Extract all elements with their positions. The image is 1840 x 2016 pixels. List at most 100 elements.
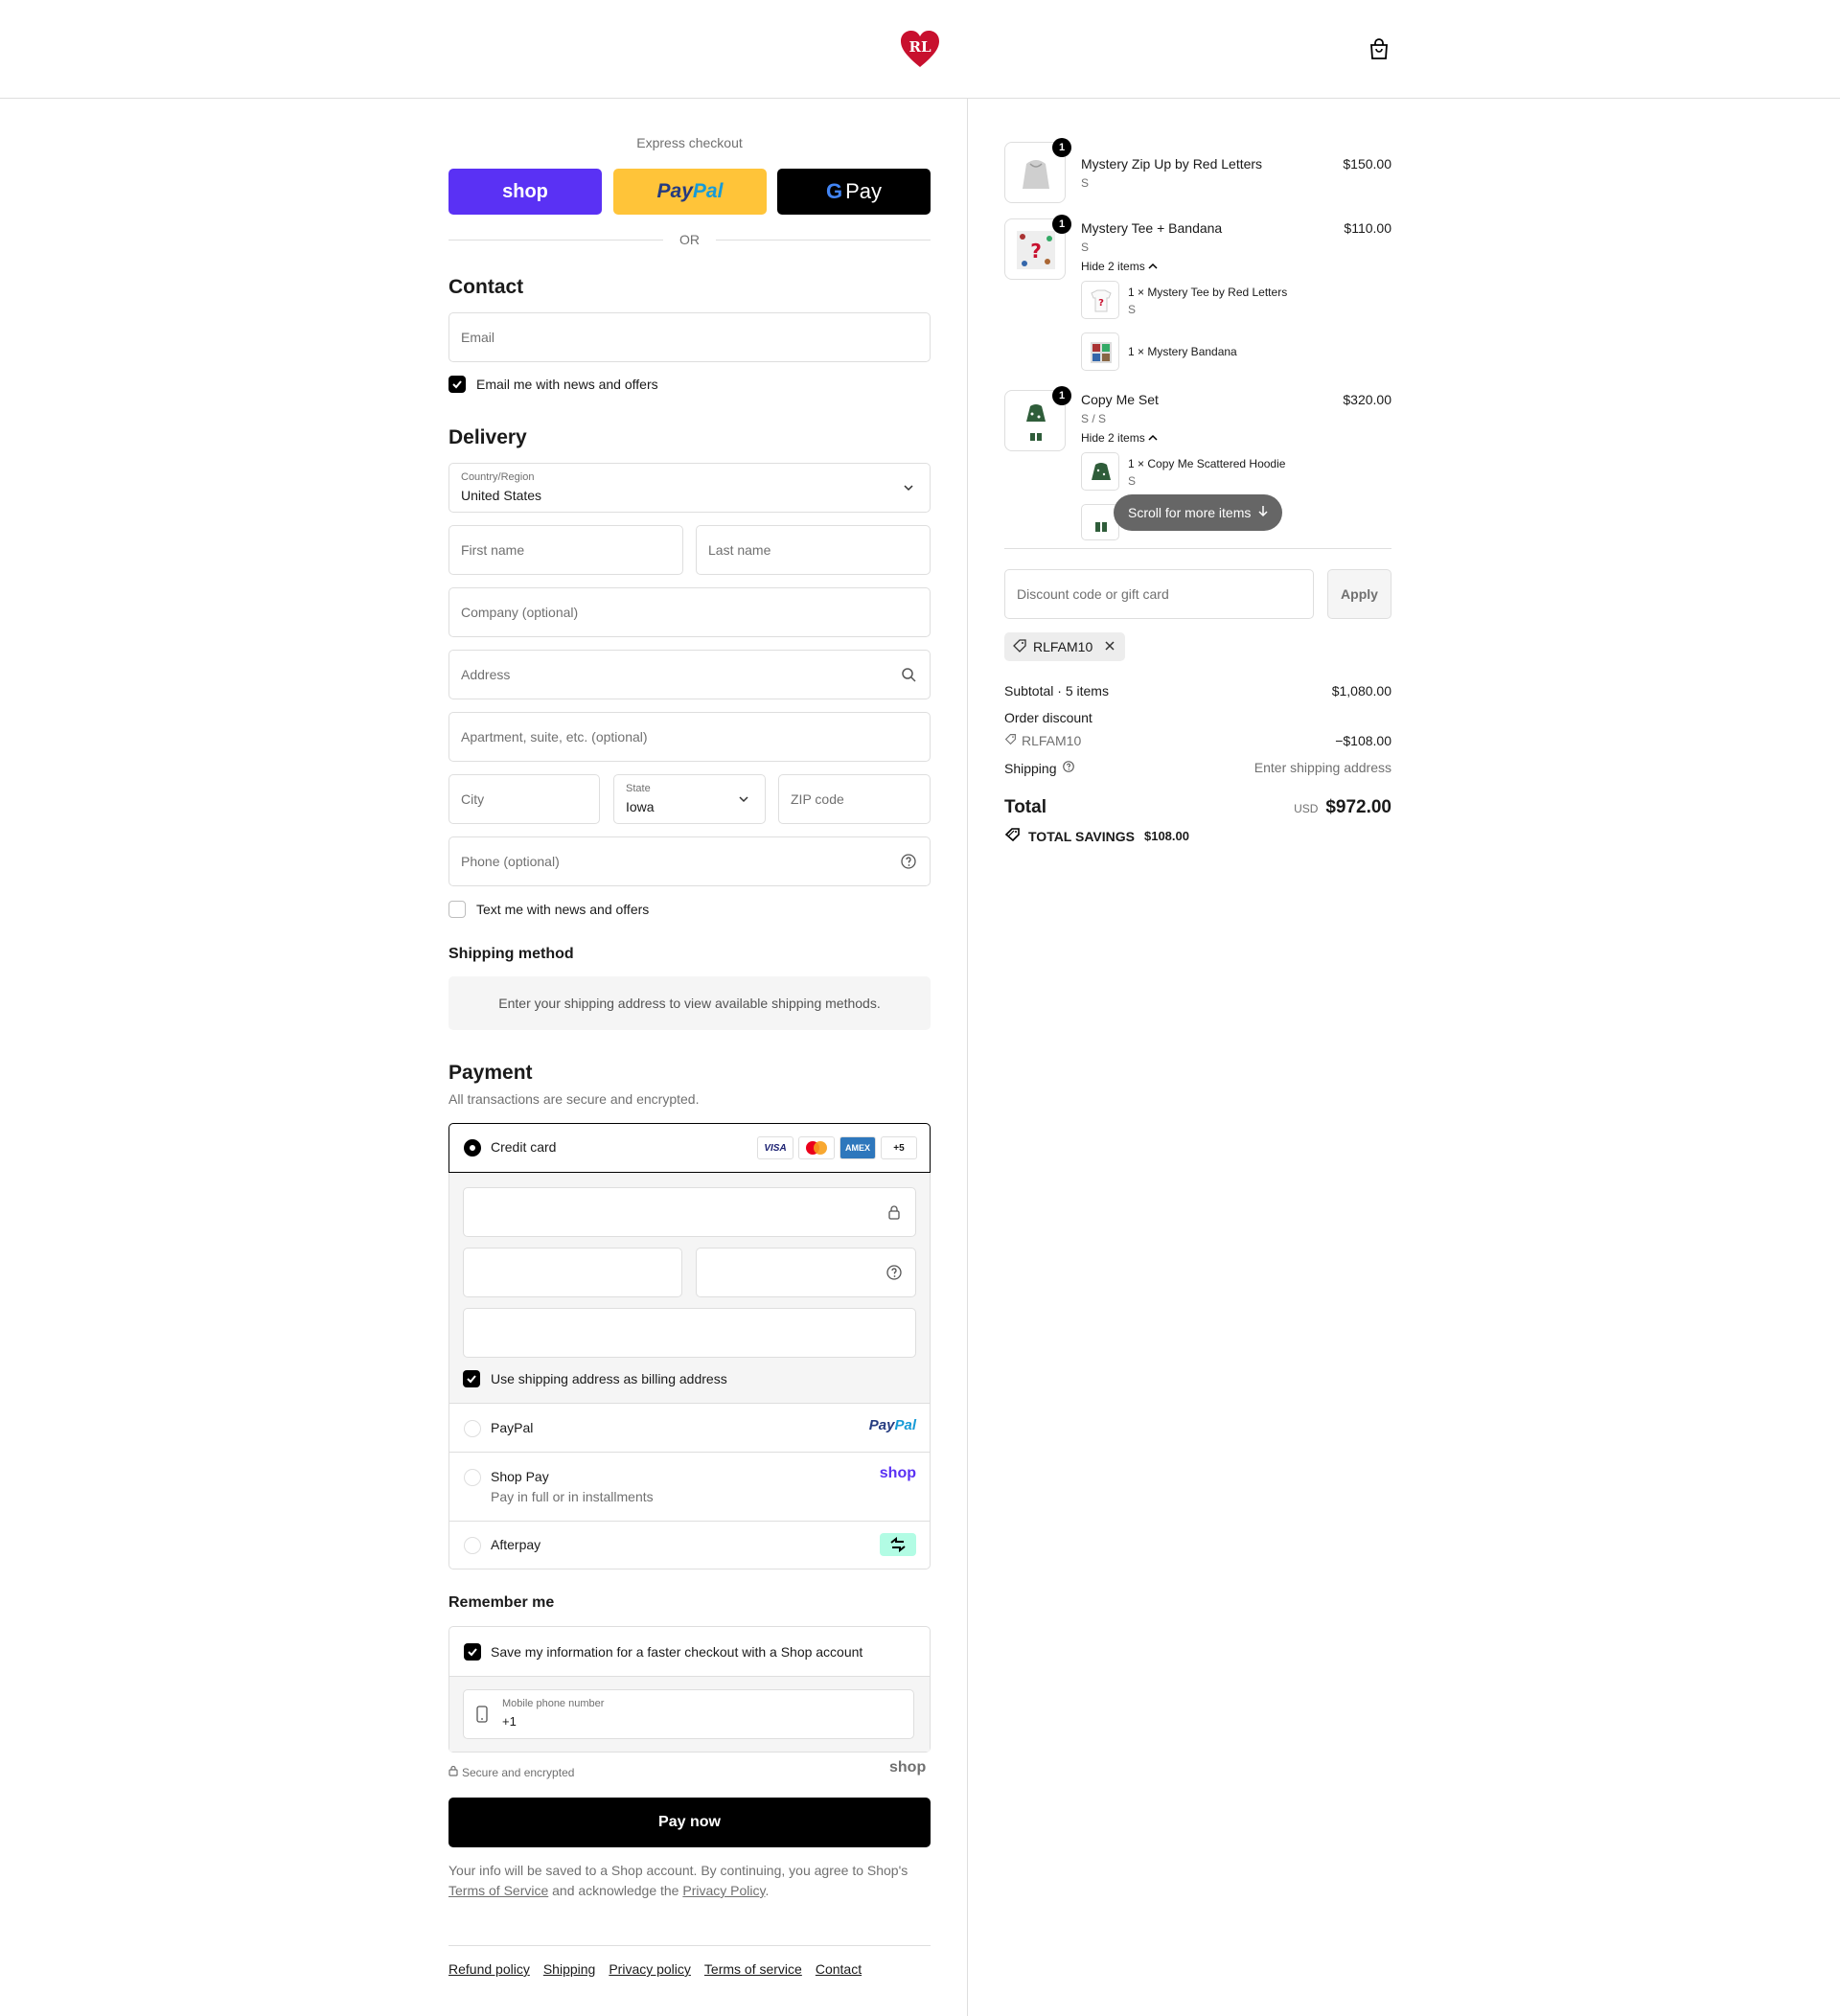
paypal-option[interactable]: PayPal PayPal bbox=[449, 1403, 930, 1452]
last-name-field[interactable]: Last name bbox=[696, 525, 931, 575]
shipping-link[interactable]: Shipping bbox=[543, 1961, 596, 1977]
text-offers-checkbox[interactable] bbox=[448, 901, 466, 918]
terms-of-service-link[interactable]: Terms of service bbox=[704, 1961, 802, 1977]
order-discount-code: RLFAM10 bbox=[1004, 733, 1081, 748]
subtotal-label: Subtotal · 5 items bbox=[1004, 683, 1109, 699]
scroll-for-more-button[interactable]: Scroll for more items bbox=[1114, 494, 1282, 531]
pay-now-button[interactable]: Pay now bbox=[448, 1798, 931, 1847]
contact-link[interactable]: Contact bbox=[816, 1961, 862, 1977]
shop-terms-link[interactable]: Terms of Service bbox=[448, 1883, 548, 1898]
contact-heading: Contact bbox=[448, 276, 524, 298]
email-field[interactable]: Email bbox=[448, 312, 931, 362]
tag-icon bbox=[1012, 638, 1027, 656]
help-circle-icon[interactable] bbox=[885, 1263, 904, 1282]
shop-pay-radio[interactable] bbox=[464, 1469, 481, 1486]
paypal-radio[interactable] bbox=[464, 1420, 481, 1437]
arrow-down-icon bbox=[1257, 494, 1269, 531]
state-select[interactable]: State Iowa bbox=[613, 774, 766, 824]
first-name-field[interactable]: First name bbox=[448, 525, 683, 575]
hide-items-toggle[interactable]: Hide 2 items bbox=[1081, 431, 1158, 445]
discount-code-field[interactable]: Discount code or gift card bbox=[1004, 569, 1314, 619]
chevron-up-icon bbox=[1148, 431, 1158, 445]
sub-item-thumbnail bbox=[1081, 452, 1119, 491]
afterpay-radio[interactable] bbox=[464, 1537, 481, 1554]
apartment-field[interactable]: Apartment, suite, etc. (optional) bbox=[448, 712, 931, 762]
expiration-field[interactable] bbox=[463, 1248, 682, 1297]
tag-icon bbox=[1004, 827, 1022, 845]
item-price: $320.00 bbox=[1343, 392, 1392, 407]
footer-links: Refund policy Shipping Privacy policy Te… bbox=[448, 1961, 862, 1977]
afterpay-option[interactable]: Afterpay bbox=[449, 1521, 930, 1569]
credit-card-option[interactable]: Credit card VISA AMEX +5 bbox=[448, 1123, 931, 1173]
save-info-checkbox[interactable] bbox=[464, 1643, 481, 1661]
more-cards-badge: +5 bbox=[881, 1136, 917, 1159]
payment-heading: Payment bbox=[448, 1062, 533, 1084]
help-circle-icon[interactable] bbox=[1062, 760, 1075, 776]
billing-same-checkbox[interactable] bbox=[463, 1370, 480, 1387]
payment-subtitle: All transactions are secure and encrypte… bbox=[448, 1091, 700, 1107]
phone-field[interactable]: Phone (optional) bbox=[448, 836, 931, 886]
amex-icon: AMEX bbox=[840, 1136, 876, 1159]
express-checkout-label: Express checkout bbox=[636, 135, 743, 150]
google-g-icon: G bbox=[825, 179, 843, 203]
help-circle-icon[interactable] bbox=[899, 852, 918, 871]
svg-text:?: ? bbox=[1098, 298, 1104, 309]
hide-items-toggle[interactable]: Hide 2 items bbox=[1081, 260, 1158, 273]
card-number-field[interactable] bbox=[463, 1187, 916, 1237]
paypal-express-button[interactable]: PayPal bbox=[613, 169, 767, 215]
mastercard-icon bbox=[798, 1136, 835, 1159]
shop-pay-option[interactable]: Shop Pay Pay in full or in installments … bbox=[449, 1452, 930, 1521]
item-variant: S bbox=[1081, 176, 1090, 190]
credit-card-radio[interactable] bbox=[464, 1139, 481, 1157]
remove-discount-close-icon[interactable] bbox=[1104, 639, 1116, 654]
lock-icon bbox=[885, 1203, 904, 1222]
shop-pay-label: Shop Pay bbox=[491, 1469, 549, 1484]
tag-icon bbox=[1004, 733, 1017, 748]
remember-me-box: Save my information for a faster checkou… bbox=[448, 1626, 931, 1753]
sub-item-name: 1 × Copy Me Scattered Hoodie bbox=[1128, 457, 1286, 470]
subtotal-value: $1,080.00 bbox=[1331, 683, 1392, 699]
total-label: Total bbox=[1004, 797, 1046, 817]
shop-logo: shop bbox=[889, 1759, 927, 1775]
refund-policy-link[interactable]: Refund policy bbox=[448, 1961, 530, 1977]
address-field[interactable]: Address bbox=[448, 650, 931, 699]
privacy-policy-link[interactable]: Privacy policy bbox=[609, 1961, 691, 1977]
total-amount: USD $972.00 bbox=[1294, 797, 1392, 817]
brand-logo[interactable]: RL bbox=[899, 29, 941, 69]
apply-discount-button[interactable]: Apply bbox=[1327, 569, 1392, 619]
sub-item-name: 1 × Mystery Tee by Red Letters bbox=[1128, 286, 1288, 299]
items-divider bbox=[1004, 548, 1392, 549]
country-select[interactable]: Country/Region United States bbox=[448, 463, 931, 513]
shipping-method-note: Enter your shipping address to view avai… bbox=[448, 976, 931, 1030]
total-savings: TOTAL SAVINGS $108.00 bbox=[1004, 827, 1189, 845]
shopping-bag-icon[interactable] bbox=[1368, 37, 1390, 60]
remember-me-heading: Remember me bbox=[448, 1594, 555, 1611]
credit-card-form: Use shipping address as billing address bbox=[449, 1173, 930, 1403]
company-field[interactable]: Company (optional) bbox=[448, 587, 931, 637]
afterpay-logo-icon bbox=[880, 1533, 916, 1556]
paypal-label: PayPal bbox=[491, 1420, 534, 1435]
header: RL bbox=[0, 0, 1840, 99]
order-discount-value: −$108.00 bbox=[1335, 733, 1392, 748]
secure-note: Secure and encrypted bbox=[448, 1765, 574, 1779]
item-price: $150.00 bbox=[1343, 156, 1392, 172]
chevron-down-icon bbox=[734, 790, 753, 809]
afterpay-label: Afterpay bbox=[491, 1537, 541, 1552]
mobile-phone-icon bbox=[475, 1706, 489, 1726]
zip-field[interactable]: ZIP code bbox=[778, 774, 931, 824]
google-pay-express-button[interactable]: G Pay bbox=[777, 169, 931, 215]
quantity-badge: 1 bbox=[1052, 215, 1071, 234]
item-price: $110.00 bbox=[1344, 220, 1392, 236]
lock-icon bbox=[448, 1765, 458, 1779]
mobile-phone-field[interactable]: Mobile phone number +1 bbox=[463, 1689, 914, 1739]
order-summary-panel bbox=[967, 99, 1840, 2016]
shop-privacy-link[interactable]: Privacy Policy bbox=[682, 1883, 765, 1898]
city-field[interactable]: City bbox=[448, 774, 600, 824]
security-code-field[interactable] bbox=[696, 1248, 916, 1297]
visa-icon: VISA bbox=[757, 1136, 794, 1159]
sub-item-variant: S bbox=[1128, 303, 1137, 316]
legal-text: Your info will be saved to a Shop accoun… bbox=[448, 1863, 908, 1898]
newsletter-checkbox[interactable] bbox=[448, 376, 466, 393]
shop-pay-express-button[interactable]: shop bbox=[448, 169, 602, 215]
name-on-card-field[interactable] bbox=[463, 1308, 916, 1358]
